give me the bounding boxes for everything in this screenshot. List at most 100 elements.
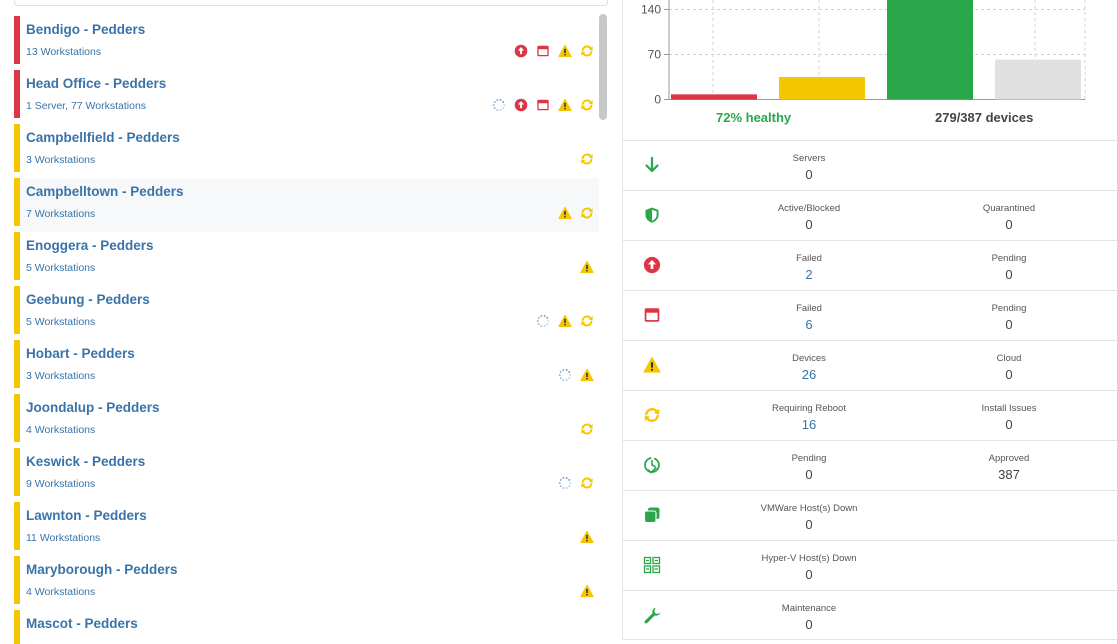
stat-label: Pending [991, 303, 1027, 314]
chart-bar-warning [779, 76, 865, 100]
stat-row: Failed 2 Pending 0 [623, 240, 1117, 290]
site-device-count[interactable]: 9 Workstations [26, 478, 95, 490]
warning-icon[interactable] [580, 260, 594, 274]
healthy-percent: 72% healthy [716, 110, 792, 125]
refresh-icon[interactable] [580, 314, 594, 328]
hyperv-icon [643, 556, 661, 574]
site-name-link[interactable]: Geebung - Pedders [26, 292, 150, 307]
site-row[interactable]: Geebung - Pedders 5 Workstations [14, 286, 599, 340]
stat-cell: Requiring Reboot 16 [729, 403, 889, 433]
stat-cell: Cloud 0 [929, 353, 1089, 383]
chart-tick-label: 0 [654, 93, 661, 105]
site-alert-icons [558, 206, 594, 220]
arrow-down-icon [643, 156, 661, 174]
site-device-count[interactable]: 3 Workstations [26, 370, 95, 382]
site-name-link[interactable]: Hobart - Pedders [26, 346, 135, 361]
health-bar-chart: 0 70 140 [641, 0, 1086, 105]
site-alert-icons [536, 314, 594, 328]
site-device-count[interactable]: 11 Workstations [26, 532, 100, 544]
refresh-icon[interactable] [580, 422, 594, 436]
stat-value: 0 [805, 217, 813, 232]
window-icon[interactable] [536, 44, 550, 58]
stat-label: Failed [796, 253, 822, 264]
stat-cell: Maintenance 0 [729, 603, 889, 633]
site-name-link[interactable]: Campbellfield - Pedders [26, 130, 180, 145]
upload-icon[interactable] [514, 44, 528, 58]
stat-label: Devices [792, 353, 826, 364]
refresh-icon[interactable] [580, 152, 594, 166]
stat-value: 0 [805, 517, 813, 532]
site-name-link[interactable]: Keswick - Pedders [26, 454, 145, 469]
site-row[interactable]: Campbelltown - Pedders 7 Workstations [14, 178, 599, 232]
site-device-count[interactable]: 5 Workstations [26, 262, 95, 274]
stat-cell: Approved 387 [929, 453, 1089, 483]
site-row[interactable]: Lawnton - Pedders 11 Workstations [14, 502, 599, 556]
warning-icon[interactable] [558, 314, 572, 328]
site-row[interactable]: Hobart - Pedders 3 Workstations [14, 340, 599, 394]
site-name-link[interactable]: Campbelltown - Pedders [26, 184, 184, 199]
warning-icon[interactable] [580, 530, 594, 544]
site-device-count[interactable]: 3 Workstations [26, 154, 95, 166]
site-row[interactable]: Bendigo - Pedders 13 Workstations [14, 16, 599, 70]
site-name-link[interactable]: Mascot - Pedders [26, 616, 138, 631]
site-device-count[interactable]: 13 Workstations [26, 46, 101, 58]
site-alert-icons [580, 584, 594, 598]
warning-icon[interactable] [558, 44, 572, 58]
wrench-icon [643, 606, 661, 624]
stat-row: Pending 0 Approved 387 [623, 440, 1117, 490]
site-name-link[interactable]: Enoggera - Pedders [26, 238, 154, 253]
warning-icon[interactable] [558, 206, 572, 220]
warning-icon[interactable] [580, 368, 594, 382]
site-row[interactable]: Keswick - Pedders 9 Workstations [14, 448, 599, 502]
site-row[interactable]: Maryborough - Pedders 4 Workstations [14, 556, 599, 610]
refresh-icon[interactable] [580, 44, 594, 58]
site-name-link[interactable]: Bendigo - Pedders [26, 22, 145, 37]
window-icon[interactable] [536, 98, 550, 112]
spinner-icon[interactable] [492, 98, 506, 112]
site-row[interactable]: Joondalup - Pedders 4 Workstations [14, 394, 599, 448]
site-row[interactable]: Campbellfield - Pedders 3 Workstations [14, 124, 599, 178]
stat-value[interactable]: 16 [729, 416, 889, 433]
site-row[interactable]: Enoggera - Pedders 5 Workstations [14, 232, 599, 286]
vmware-icon [643, 506, 661, 524]
refresh-icon [643, 406, 661, 424]
stats-panel: 0 70 140 72% healthy 279/387 devices Serve… [622, 0, 1117, 640]
stat-row: Hyper-V Host(s) Down 0 [623, 540, 1117, 590]
refresh-icon[interactable] [580, 476, 594, 490]
stat-label: Pending [791, 453, 827, 464]
site-list: Bendigo - Pedders 13 Workstations Head Off… [14, 16, 599, 644]
refresh-icon[interactable] [580, 206, 594, 220]
site-device-count[interactable]: 7 Workstations [26, 208, 95, 220]
site-name-link[interactable]: Joondalup - Pedders [26, 400, 160, 415]
spinner-icon[interactable] [558, 368, 572, 382]
stat-value[interactable]: 2 [729, 266, 889, 283]
shield-icon [643, 206, 661, 224]
site-alert-icons [580, 260, 594, 274]
stat-value[interactable]: 26 [729, 366, 889, 383]
site-alert-icons [580, 152, 594, 166]
stat-cell: Install Issues 0 [929, 403, 1089, 433]
stat-value[interactable]: 6 [729, 316, 889, 333]
warning-icon[interactable] [558, 98, 572, 112]
warning-icon[interactable] [580, 584, 594, 598]
site-alert-icons [580, 422, 594, 436]
site-device-count[interactable]: 1 Server, 77 Workstations [26, 100, 146, 112]
spinner-icon[interactable] [536, 314, 550, 328]
site-name-link[interactable]: Head Office - Pedders [26, 76, 166, 91]
stats-list: Servers 0 Active/Blocked 0 Quarantined 0 Faile… [623, 140, 1117, 640]
site-row[interactable]: Head Office - Pedders 1 Server, 77 Workst… [14, 70, 599, 124]
stat-cell: Servers 0 [729, 153, 889, 183]
upload-icon[interactable] [514, 98, 528, 112]
site-device-count[interactable]: 4 Workstations [26, 424, 95, 436]
site-name-link[interactable]: Lawnton - Pedders [26, 508, 147, 523]
site-row[interactable]: Mascot - Pedders [14, 610, 599, 644]
site-device-count[interactable]: 4 Workstations [26, 586, 95, 598]
device-count: 279/387 devices [935, 110, 1034, 125]
spinner-icon[interactable] [558, 476, 572, 490]
refresh-icon[interactable] [580, 98, 594, 112]
site-name-link[interactable]: Maryborough - Pedders [26, 562, 178, 577]
scrollbar[interactable] [599, 14, 607, 120]
chart-bar-healthy [887, 0, 973, 100]
chart-tick-label: 70 [648, 47, 662, 61]
site-device-count[interactable]: 5 Workstations [26, 316, 95, 328]
